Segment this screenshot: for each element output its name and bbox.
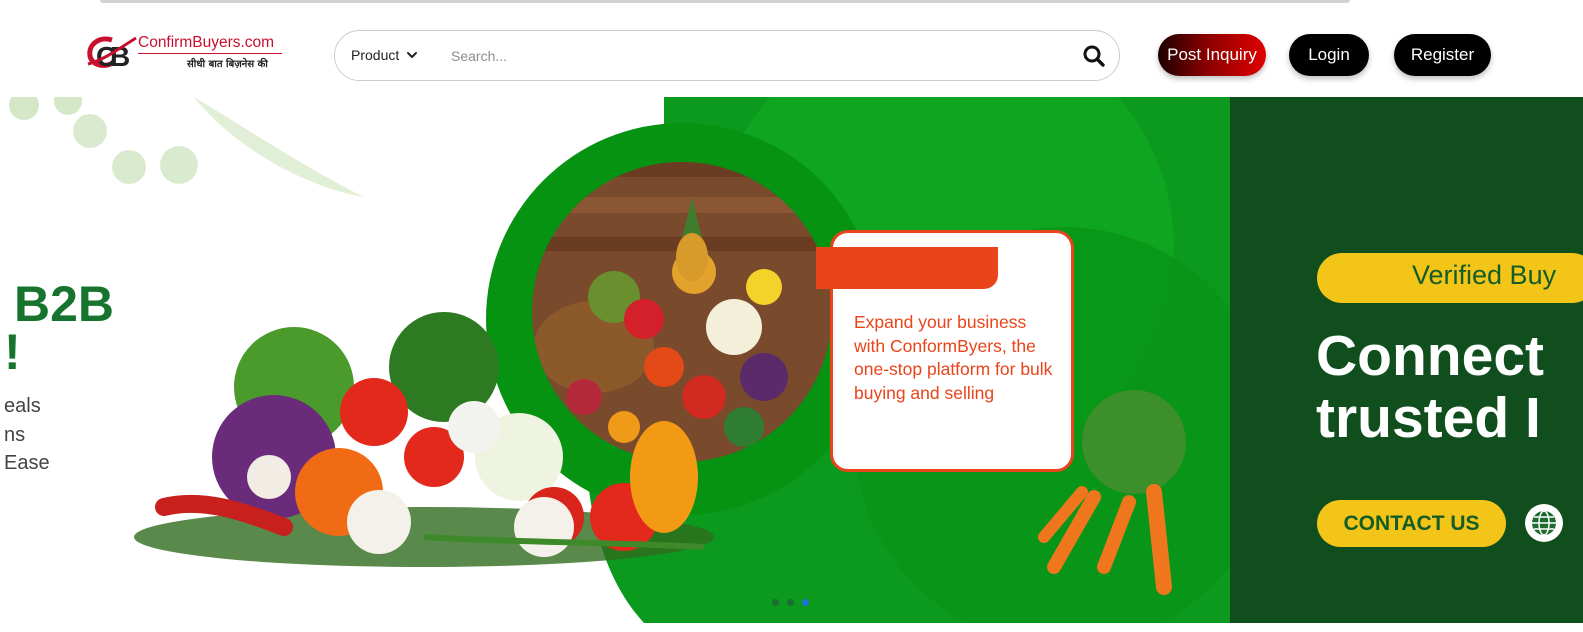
carousel-dot-3[interactable]: [802, 599, 809, 606]
logo-divider: [138, 53, 282, 54]
search-category-select[interactable]: Product: [351, 47, 419, 63]
logo-name: ConfirmBuyers.com: [138, 34, 275, 51]
contact-us-button[interactable]: CONTACT US: [1317, 500, 1506, 547]
browser-edge: [100, 0, 1350, 3]
search-bar: Product: [334, 30, 1120, 81]
logo-mark-icon: C B: [87, 36, 137, 72]
carousel-dot-1[interactable]: [772, 599, 779, 606]
logo-tagline: सीधी बात बिज़नेस की: [187, 59, 268, 70]
site-logo[interactable]: C B ConfirmBuyers.com सीधी बात बिज़नेस क…: [86, 32, 286, 76]
login-button[interactable]: Login: [1289, 34, 1369, 76]
verified-text: Verified Buy: [1412, 260, 1557, 290]
search-icon[interactable]: [1081, 43, 1107, 69]
page: C B ConfirmBuyers.com सीधी बात बिज़नेस क…: [0, 0, 1583, 632]
site-header: C B ConfirmBuyers.com सीधी बात बिज़नेस क…: [4, 4, 1583, 97]
promo-tab: [816, 247, 998, 289]
search-input[interactable]: [451, 43, 1061, 69]
search-category-label: Product: [351, 47, 400, 63]
slide-headline-line-2: trusted I: [1316, 386, 1541, 450]
slide-headline: Connect trusted I: [1316, 325, 1544, 449]
register-button[interactable]: Register: [1394, 34, 1491, 76]
promo-text: Expand your business with ConformByers, …: [854, 312, 1053, 403]
next-slide-preview: Verified Buy Connect trusted I CONTACT U…: [1230, 97, 1583, 623]
carousel-dots: [772, 599, 809, 606]
svg-text:B: B: [110, 41, 130, 72]
post-inquiry-button[interactable]: Post Inquiry: [1158, 34, 1266, 76]
globe-icon: [1532, 510, 1556, 536]
globe-button[interactable]: [1525, 504, 1563, 542]
peas-image: [9, 97, 364, 197]
chevron-down-icon: [407, 52, 418, 58]
carousel-dot-2[interactable]: [787, 599, 794, 606]
slide-headline-line-1: Connect: [1316, 324, 1544, 388]
hero-carousel: B2B ! eals ns Ease Expand your business …: [4, 97, 1583, 623]
